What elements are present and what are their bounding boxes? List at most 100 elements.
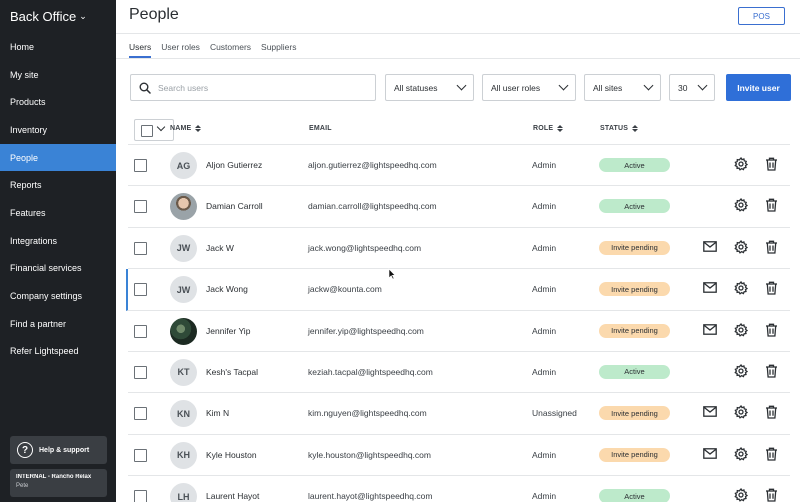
select-all-checkbox[interactable] bbox=[141, 125, 153, 137]
gear-icon[interactable] bbox=[734, 239, 749, 256]
search-box[interactable] bbox=[130, 74, 376, 101]
table-row[interactable]: KT Kesh's Tacpal keziah.tacpal@lightspeedh… bbox=[128, 352, 790, 394]
mouse-cursor-icon bbox=[388, 268, 396, 280]
table-row[interactable]: JW Jack W jack.wong@lightspeedhq.com Admin I… bbox=[128, 228, 790, 270]
user-email: damian.carroll@lightspeedhq.com bbox=[308, 201, 437, 212]
sidebar-item-inventory[interactable]: Inventory bbox=[0, 116, 116, 144]
search-input[interactable] bbox=[158, 82, 358, 93]
role-filter[interactable]: All user roles bbox=[482, 74, 576, 101]
user-email: jack.wong@lightspeedhq.com bbox=[308, 242, 422, 253]
status-badge: Active bbox=[599, 364, 670, 379]
trash-icon[interactable] bbox=[765, 405, 778, 421]
row-checkbox[interactable] bbox=[134, 365, 147, 379]
user-name[interactable]: Kim N bbox=[206, 408, 229, 418]
role-filter-value: All user roles bbox=[491, 82, 541, 93]
table-row[interactable]: LH Laurent Hayot laurent.hayot@lightspeedh… bbox=[128, 476, 790, 502]
user-name[interactable]: Kyle Houston bbox=[206, 450, 257, 460]
user-name[interactable]: Laurent Hayot bbox=[206, 491, 259, 501]
sidebar-item-my-site[interactable]: My site bbox=[0, 61, 116, 89]
column-header-role[interactable]: ROLE bbox=[533, 125, 564, 132]
account-switcher[interactable]: INTERNAL - Rancho Relax Pete bbox=[10, 469, 107, 497]
trash-icon[interactable] bbox=[765, 488, 778, 502]
avatar: KH bbox=[170, 441, 197, 469]
gear-icon[interactable] bbox=[734, 363, 749, 380]
user-email: jennifer.yip@lightspeedhq.com bbox=[308, 325, 424, 336]
sidebar-item-find-a-partner[interactable]: Find a partner bbox=[0, 310, 116, 338]
status-badge: Active bbox=[599, 158, 670, 172]
sidebar-item-financial-services[interactable]: Financial services bbox=[0, 255, 116, 283]
help-support-button[interactable]: ? Help & support bbox=[10, 436, 107, 464]
user-name[interactable]: Damian Carroll bbox=[206, 201, 263, 211]
user-name[interactable]: Aljon Gutierrez bbox=[206, 160, 262, 170]
gear-icon[interactable] bbox=[734, 405, 749, 421]
user-name[interactable]: Jack Wong bbox=[206, 284, 248, 294]
status-filter-value: All statuses bbox=[394, 82, 438, 93]
row-checkbox[interactable] bbox=[134, 407, 147, 421]
tab-users[interactable]: Users bbox=[129, 42, 152, 58]
sidebar-item-refer-lightspeed[interactable]: Refer Lightspeed bbox=[0, 338, 116, 366]
user-name[interactable]: Jack W bbox=[206, 243, 234, 253]
brand-menu[interactable]: Back Office ⌄ bbox=[0, 0, 116, 32]
trash-icon[interactable] bbox=[765, 447, 778, 463]
table-row[interactable]: KH Kyle Houston kyle.houston@lightspeedhq.… bbox=[128, 435, 790, 477]
sidebar-item-company-settings[interactable]: Company settings bbox=[0, 282, 116, 310]
column-header-status[interactable]: STATUS bbox=[600, 125, 639, 132]
table-row[interactable]: Jennifer Yip jennifer.yip@lightspeedhq.co… bbox=[128, 311, 790, 352]
gear-icon[interactable] bbox=[734, 488, 749, 502]
mail-icon[interactable] bbox=[703, 323, 717, 337]
table-row[interactable]: JW Jack Wong jackw@kounta.com Admin Invite p… bbox=[126, 269, 790, 311]
table-row[interactable]: AG Aljon Gutierrez aljon.gutierrez@lightsp… bbox=[128, 145, 790, 187]
sidebar-item-reports[interactable]: Reports bbox=[0, 171, 116, 199]
trash-icon[interactable] bbox=[765, 281, 778, 297]
mail-icon[interactable] bbox=[703, 282, 717, 295]
pos-button[interactable]: POS bbox=[738, 7, 785, 25]
page-size-value: 30 bbox=[678, 82, 688, 93]
site-filter[interactable]: All sites bbox=[584, 74, 661, 101]
status-badge: Active bbox=[599, 489, 670, 502]
user-role: Admin bbox=[532, 366, 557, 377]
status-filter[interactable]: All statuses bbox=[385, 74, 474, 101]
question-icon: ? bbox=[17, 442, 33, 458]
row-checkbox[interactable] bbox=[134, 448, 147, 462]
trash-icon[interactable] bbox=[765, 323, 778, 339]
user-name[interactable]: Kesh's Tacpal bbox=[206, 367, 258, 377]
row-checkbox[interactable] bbox=[134, 159, 147, 172]
sidebar-item-people[interactable]: People bbox=[0, 143, 116, 172]
trash-icon[interactable] bbox=[765, 364, 778, 380]
row-checkbox[interactable] bbox=[134, 283, 147, 297]
trash-icon[interactable] bbox=[765, 240, 778, 256]
gear-icon[interactable] bbox=[734, 322, 749, 339]
mail-icon[interactable] bbox=[703, 406, 717, 419]
gear-icon[interactable] bbox=[734, 156, 749, 173]
trash-icon[interactable] bbox=[765, 157, 778, 173]
gear-icon[interactable] bbox=[734, 198, 749, 214]
mail-icon[interactable] bbox=[703, 240, 717, 254]
row-checkbox[interactable] bbox=[134, 200, 147, 214]
brand-label: Back Office bbox=[10, 8, 77, 24]
main-content: People POS Users User roles Customers Su… bbox=[116, 0, 800, 502]
table-row[interactable]: KN Kim N kim.nguyen@lightspeedhq.com Unassi… bbox=[128, 393, 790, 435]
gear-icon[interactable] bbox=[734, 446, 749, 463]
avatar: KT bbox=[170, 358, 197, 386]
trash-icon[interactable] bbox=[765, 198, 778, 214]
row-checkbox[interactable] bbox=[134, 324, 147, 338]
sidebar-item-features[interactable]: Features bbox=[0, 199, 116, 227]
row-checkbox[interactable] bbox=[134, 241, 147, 255]
row-checkbox[interactable] bbox=[134, 490, 147, 502]
tab-suppliers[interactable]: Suppliers bbox=[261, 42, 296, 58]
user-name[interactable]: Jennifer Yip bbox=[206, 326, 250, 336]
tab-user-roles[interactable]: User roles bbox=[161, 42, 200, 58]
column-header-name[interactable]: NAME bbox=[170, 125, 202, 132]
tab-customers[interactable]: Customers bbox=[210, 42, 251, 58]
sidebar-item-home[interactable]: Home bbox=[0, 33, 116, 61]
invite-user-button[interactable]: Invite user bbox=[726, 74, 791, 101]
sidebar-item-products[interactable]: Products bbox=[0, 88, 116, 116]
gear-icon[interactable] bbox=[734, 281, 749, 297]
page-size-select[interactable]: 30 bbox=[669, 74, 715, 101]
mail-icon[interactable] bbox=[703, 447, 717, 461]
select-all-dropdown[interactable] bbox=[134, 119, 174, 141]
sidebar-item-integrations[interactable]: Integrations bbox=[0, 227, 116, 255]
table-header: NAME EMAIL ROLE STATUS bbox=[128, 118, 800, 143]
table-row[interactable]: Damian Carroll damian.carroll@lightspeedh… bbox=[128, 186, 790, 228]
avatar: JW bbox=[170, 276, 197, 304]
